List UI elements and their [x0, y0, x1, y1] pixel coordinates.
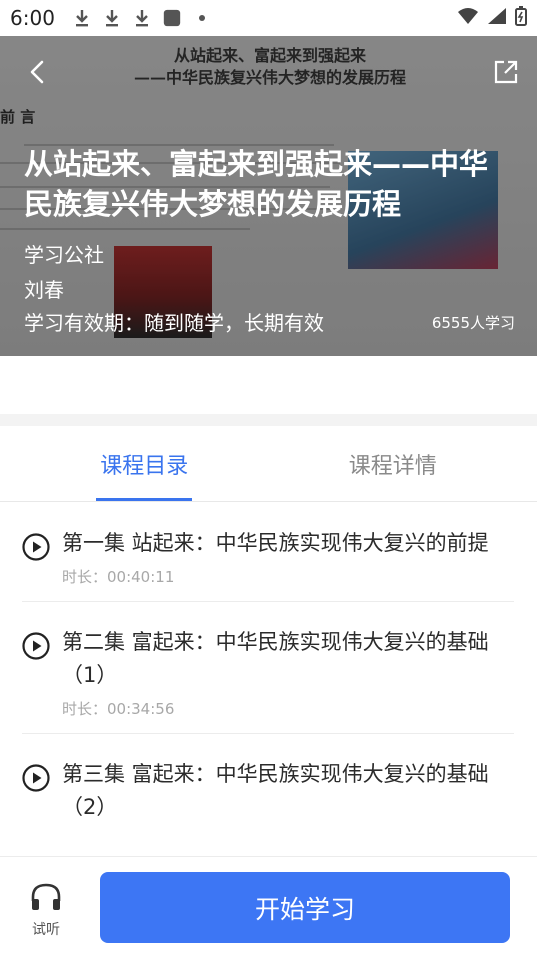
list-item[interactable]: 第三集 富起来：中华民族实现伟大复兴的基础（2） — [22, 734, 514, 838]
active-tab-indicator — [96, 498, 193, 501]
tab-bar: 课程目录 课程详情 — [0, 426, 537, 502]
play-icon — [22, 764, 50, 792]
battery-icon — [515, 6, 527, 30]
episode-duration: 时长：00:34:56 — [62, 700, 175, 718]
section-divider — [0, 414, 537, 426]
play-icon — [22, 533, 50, 561]
tab-catalog[interactable]: 课程目录 — [0, 426, 269, 501]
trial-listen-label: 试听 — [32, 922, 60, 938]
learner-count: 6555人学习 — [431, 314, 515, 332]
course-hero: 从站起来、富起来到强起来 ——中华民族复兴伟大梦想的发展历程 前 言 从站起来、… — [0, 36, 537, 356]
download-icon — [103, 9, 121, 27]
trial-listen-button[interactable]: 试听 — [22, 881, 70, 939]
course-publisher: 学习公社 — [24, 243, 104, 267]
wifi-icon — [457, 7, 479, 29]
episode-list: 第一集 站起来：中华民族实现伟大复兴的前提 时长：00:40:11 第二集 富起… — [22, 503, 514, 838]
signal-icon — [487, 7, 507, 29]
download-icon — [73, 9, 91, 27]
tab-details-label: 课程详情 — [348, 453, 437, 479]
download-icon — [133, 9, 151, 27]
start-learning-button[interactable]: 开始学习 — [100, 872, 510, 943]
system-icons — [457, 6, 527, 30]
headphones-icon — [29, 883, 63, 917]
status-time: 6:00 — [10, 6, 55, 30]
tab-details[interactable]: 课程详情 — [269, 426, 537, 501]
course-validity: 学习有效期：随到随学，长期有效 — [24, 311, 324, 335]
episode-title: 第三集 富起来：中华民族实现伟大复兴的基础（2） — [62, 762, 489, 819]
tab-catalog-label: 课程目录 — [100, 453, 189, 479]
episode-duration: 时长：00:40:11 — [62, 568, 175, 586]
play-icon — [22, 632, 50, 660]
dot-icon — [193, 9, 211, 27]
back-icon[interactable] — [24, 58, 52, 86]
share-icon[interactable] — [492, 58, 520, 86]
bottom-action-bar: 试听 开始学习 — [0, 856, 537, 956]
list-item[interactable]: 第一集 站起来：中华民族实现伟大复兴的前提 时长：00:40:11 — [22, 503, 514, 602]
course-title: 从站起来、富起来到强起来——中华民族复兴伟大梦想的发展历程 — [24, 147, 489, 221]
app-icon — [163, 9, 181, 27]
notification-icons — [73, 9, 211, 27]
course-author: 刘春 — [24, 278, 64, 302]
episode-title: 第二集 富起来：中华民族实现伟大复兴的基础（1） — [62, 630, 489, 687]
list-item[interactable]: 第二集 富起来：中华民族实现伟大复兴的基础（1） 时长：00:34:56 — [22, 602, 514, 734]
status-bar: 6:00 — [0, 0, 537, 36]
episode-title: 第一集 站起来：中华民族实现伟大复兴的前提 — [62, 531, 489, 555]
